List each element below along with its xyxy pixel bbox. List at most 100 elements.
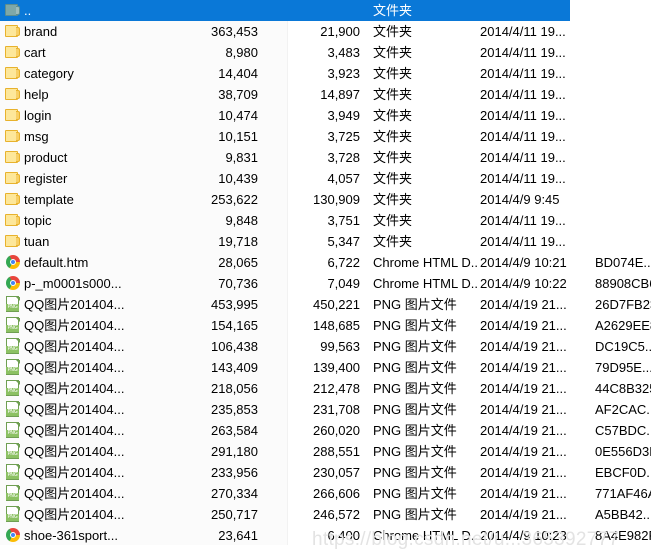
file-row[interactable]: category 14,404 3,923 文件夹 2014/4/11 19... [0,63,651,84]
row-type: 文件夹 [373,192,413,207]
row-hash: 88908CB6 [595,276,651,291]
row-size-on-disk: 450,221 [313,297,360,312]
row-size: 154,165 [211,318,258,333]
file-row[interactable]: brand 363,453 21,900 文件夹 2014/4/11 19... [0,21,651,42]
row-type: 文件夹 [373,45,413,60]
row-hash: 79D95E... [595,360,651,375]
file-row[interactable]: PNG QQ图片201404... 233,956 230,057 PNG 图片文件 20… [0,462,651,483]
row-hash [595,21,651,42]
row-size: 453,995 [211,297,258,312]
row-type: 文件夹 [373,234,413,249]
file-row[interactable]: PNG QQ图片201404... 143,409 139,400 PNG 图片文件 20… [0,357,651,378]
row-type: 文件夹 [373,3,413,18]
row-size [150,0,266,21]
row-size-on-disk: 3,949 [327,108,360,123]
row-size-on-disk: 5,347 [327,234,360,249]
row-date: 2014/4/11 19... [480,150,566,165]
row-size-on-disk: 231,708 [313,402,360,417]
row-type: 文件夹 [373,129,413,144]
row-date: 2014/4/11 19... [480,66,566,81]
folder-icon [5,65,21,81]
folder-icon [5,86,21,102]
file-row[interactable]: PNG QQ图片201404... 154,165 148,685 PNG 图片文件 20… [0,315,651,336]
file-row[interactable]: PNG QQ图片201404... 263,584 260,020 PNG 图片文件 20… [0,420,651,441]
chrome-icon [5,275,21,291]
folder-icon [5,170,21,186]
row-size-on-disk: 212,478 [313,381,360,396]
file-row[interactable]: PNG QQ图片201404... 218,056 212,478 PNG 图片文件 20… [0,378,651,399]
file-row[interactable]: .. 文件夹 [0,0,651,21]
row-size-on-disk: 14,897 [320,87,360,102]
row-size-on-disk: 4,057 [327,171,360,186]
file-row[interactable]: PNG QQ图片201404... 250,717 246,572 PNG 图片文件 20… [0,504,651,525]
row-hash [595,0,651,21]
row-size: 10,151 [218,129,258,144]
row-icon: PNG [4,504,22,525]
file-row[interactable]: topic 9,848 3,751 文件夹 2014/4/11 19... [0,210,651,231]
row-icon [4,189,22,210]
row-size: 28,065 [218,255,258,270]
row-date: 2014/4/19 21... [480,318,567,333]
row-icon [4,126,22,147]
file-row[interactable]: p-_m0001s000... 70,736 7,049 Chrome HTML D.… [0,273,651,294]
row-date: 2014/4/11 19... [480,129,566,144]
row-size: 10,474 [218,108,258,123]
row-date: 2014/4/19 21... [480,381,567,396]
row-size: 233,956 [211,465,258,480]
row-size-on-disk: 266,606 [313,486,360,501]
row-size-on-disk: 139,400 [313,360,360,375]
row-hash: 771AF46A [595,486,651,501]
file-row[interactable]: PNG QQ图片201404... 106,438 99,563 PNG 图片文件 201… [0,336,651,357]
row-icon [4,105,22,126]
row-hash [595,63,651,84]
row-size: 19,718 [218,234,258,249]
png-icon: PNG [5,443,21,459]
file-row[interactable]: PNG QQ图片201404... 453,995 450,221 PNG 图片文件 20… [0,294,651,315]
row-size: 270,334 [211,486,258,501]
row-icon [4,84,22,105]
row-date [480,0,592,21]
row-size: 106,438 [211,339,258,354]
row-date: 2014/4/19 21... [480,486,567,501]
row-type: PNG 图片文件 [373,444,457,459]
file-row[interactable]: PNG QQ图片201404... 235,853 231,708 PNG 图片文件 20… [0,399,651,420]
row-size-on-disk: 260,020 [313,423,360,438]
file-row[interactable]: template 253,622 130,909 文件夹 2014/4/9 9:45 [0,189,651,210]
file-row[interactable]: register 10,439 4,057 文件夹 2014/4/11 19... [0,168,651,189]
row-hash: 0E556D3E [595,444,651,459]
row-date: 2014/4/9 10:23 [480,528,567,543]
row-hash [595,126,651,147]
row-hash: BD074E... [595,255,651,270]
folder-icon [5,149,21,165]
row-size: 363,453 [211,24,258,39]
row-size-on-disk: 3,923 [327,66,360,81]
file-row[interactable]: msg 10,151 3,725 文件夹 2014/4/11 19... [0,126,651,147]
row-size-on-disk: 148,685 [313,318,360,333]
row-size-on-disk: 288,551 [313,444,360,459]
file-row[interactable]: PNG QQ图片201404... 291,180 288,551 PNG 图片文件 20… [0,441,651,462]
file-row[interactable]: tuan 19,718 5,347 文件夹 2014/4/11 19... [0,231,651,252]
folder-icon [5,191,21,207]
row-type: 文件夹 [373,66,413,81]
file-list-pane[interactable]: .. 文件夹 brand 363,453 21,900 文件夹 2014/4/11 19..… [0,0,651,558]
row-icon: PNG [4,483,22,504]
png-icon: PNG [5,317,21,333]
row-size: 253,622 [211,192,258,207]
file-row[interactable]: cart 8,980 3,483 文件夹 2014/4/11 19... [0,42,651,63]
file-row[interactable]: help 38,709 14,897 文件夹 2014/4/11 19... [0,84,651,105]
file-rows-container[interactable]: .. 文件夹 brand 363,453 21,900 文件夹 2014/4/11 19..… [0,0,651,546]
row-type: PNG 图片文件 [373,297,457,312]
row-size-on-disk: 21,900 [320,24,360,39]
file-row[interactable]: PNG QQ图片201404... 270,334 266,606 PNG 图片文件 20… [0,483,651,504]
row-size: 10,439 [218,171,258,186]
row-icon [4,525,22,546]
file-row[interactable]: login 10,474 3,949 文件夹 2014/4/11 19... [0,105,651,126]
row-date: 2014/4/11 19... [480,24,566,39]
file-row[interactable]: product 9,831 3,728 文件夹 2014/4/11 19... [0,147,651,168]
file-row[interactable]: shoe-361sport... 23,641 6,400 Chrome HTML D… [0,525,651,546]
png-icon: PNG [5,338,21,354]
row-hash: EBCF0D... [595,465,651,480]
row-icon: PNG [4,420,22,441]
file-row[interactable]: default.htm 28,065 6,722 Chrome HTML D... 20… [0,252,651,273]
row-size-on-disk: 246,572 [313,507,360,522]
